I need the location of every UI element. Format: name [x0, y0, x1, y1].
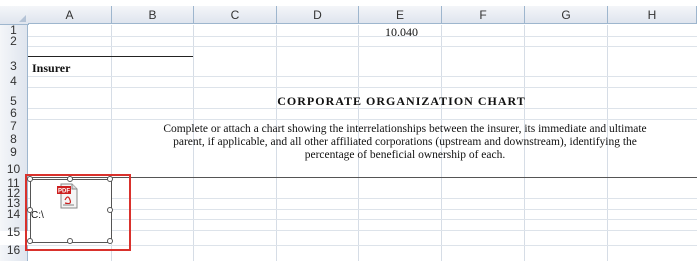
row-header-14[interactable]: 14 — [0, 208, 28, 220]
cell-a3-insurer-label[interactable]: Insurer — [32, 61, 70, 76]
spreadsheet-grid: A B C D E F G H 1 2 3 4 5 6 7 8 9 10 11 … — [0, 0, 697, 261]
row-header-10[interactable]: 10 — [0, 158, 28, 177]
resize-handle-right[interactable] — [107, 207, 113, 213]
resize-handle-bottom-left[interactable] — [27, 238, 33, 244]
insurer-border-line — [28, 56, 193, 57]
row-header-6[interactable]: 6 — [0, 107, 28, 119]
gridline-row-4 — [28, 87, 697, 88]
row-header-3[interactable]: 3 — [0, 46, 28, 76]
gridline-row-6 — [28, 119, 697, 120]
pdf-file-icon: PDF — [57, 183, 79, 209]
instruction-line-1: Complete or attach a chart showing the i… — [163, 123, 647, 135]
row-header-9[interactable]: 9 — [0, 145, 28, 159]
instruction-text[interactable]: Complete or attach a chart showing the i… — [120, 123, 690, 162]
column-header-row: A B C D E F G H — [0, 6, 697, 25]
row-header-2[interactable]: 2 — [0, 35, 28, 47]
column-header-a[interactable]: A — [28, 6, 112, 24]
row-header-15[interactable]: 15 — [0, 219, 28, 239]
cell-e1-form-number[interactable]: 10.040 — [385, 25, 418, 40]
row-header-16[interactable]: 16 — [0, 244, 28, 261]
resize-handle-top[interactable] — [67, 176, 73, 182]
pdf-badge-text: PDF — [58, 189, 70, 195]
chart-title-cell[interactable]: CORPORATE ORGANIZATION CHART — [0, 94, 697, 109]
embedded-object-path-label: C:\ — [31, 210, 44, 221]
column-header-b[interactable]: B — [112, 6, 194, 24]
column-header-d[interactable]: D — [277, 6, 359, 24]
gridline-row-2 — [28, 46, 697, 47]
gridline-row-1 — [28, 36, 697, 37]
row-header-7[interactable]: 7 — [0, 119, 28, 133]
row-header-8[interactable]: 8 — [0, 132, 28, 146]
resize-handle-bottom[interactable] — [67, 238, 73, 244]
resize-handle-top-left[interactable] — [27, 176, 33, 182]
column-header-h[interactable]: H — [608, 6, 697, 24]
column-header-c[interactable]: C — [194, 6, 277, 24]
column-header-e[interactable]: E — [359, 6, 442, 24]
column-header-f[interactable]: F — [442, 6, 525, 24]
gridline-row-3 — [28, 76, 697, 77]
row-header-4[interactable]: 4 — [0, 75, 28, 87]
instruction-line-2: parent, if applicable, and all other aff… — [173, 136, 637, 148]
resize-handle-bottom-right[interactable] — [107, 238, 113, 244]
column-header-g[interactable]: G — [525, 6, 608, 24]
instruction-line-3: percentage of beneficial ownership of ea… — [304, 149, 506, 161]
resize-handle-top-right[interactable] — [107, 176, 113, 182]
